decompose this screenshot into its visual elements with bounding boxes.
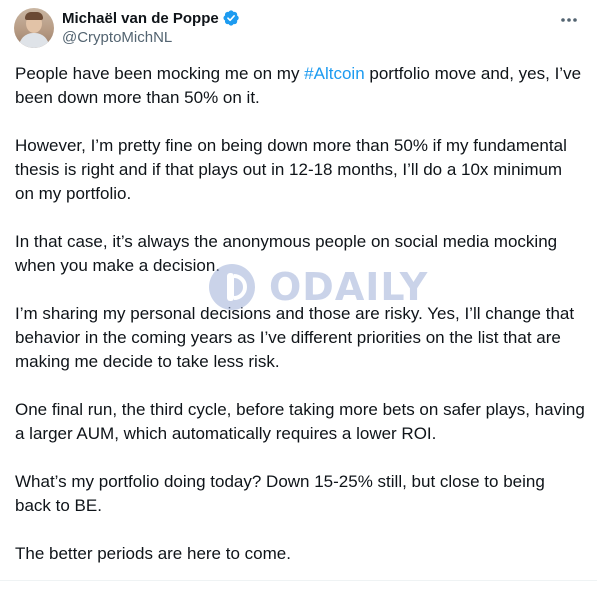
hashtag-link[interactable]: #Altcoin bbox=[304, 64, 364, 83]
text-segment: People have been mocking me on my bbox=[15, 64, 305, 83]
verified-badge-icon bbox=[222, 9, 240, 27]
author-display-name[interactable]: Michaël van de Poppe bbox=[62, 10, 219, 27]
tweet-paragraph-5: One final run, the third cycle, before t… bbox=[15, 400, 585, 443]
tweet-card: Michaël van de Poppe @CryptoMichNL Peopl… bbox=[0, 0, 597, 581]
tweet-paragraph-2: However, I’m pretty fine on being down m… bbox=[15, 136, 567, 203]
name-row: Michaël van de Poppe bbox=[62, 8, 240, 28]
more-horizontal-icon bbox=[561, 18, 577, 22]
tweet-paragraph-6: What’s my portfolio doing today? Down 15… bbox=[15, 472, 545, 515]
tweet-paragraph-1: People have been mocking me on my #Altco… bbox=[15, 62, 585, 110]
author-handle[interactable]: @CryptoMichNL bbox=[62, 28, 240, 48]
tweet-header: Michaël van de Poppe @CryptoMichNL bbox=[14, 6, 240, 50]
tweet-paragraph-7: The better periods are here to come. bbox=[15, 544, 291, 563]
author-info: Michaël van de Poppe @CryptoMichNL bbox=[62, 8, 240, 48]
tweet-text: People have been mocking me on my #Altco… bbox=[15, 62, 585, 590]
more-options-button[interactable] bbox=[555, 8, 583, 32]
avatar[interactable] bbox=[14, 8, 54, 48]
tweet-paragraph-4: I’m sharing my personal decisions and th… bbox=[15, 304, 575, 371]
tweet-paragraph-3: In that case, it’s always the anonymous … bbox=[15, 232, 558, 275]
